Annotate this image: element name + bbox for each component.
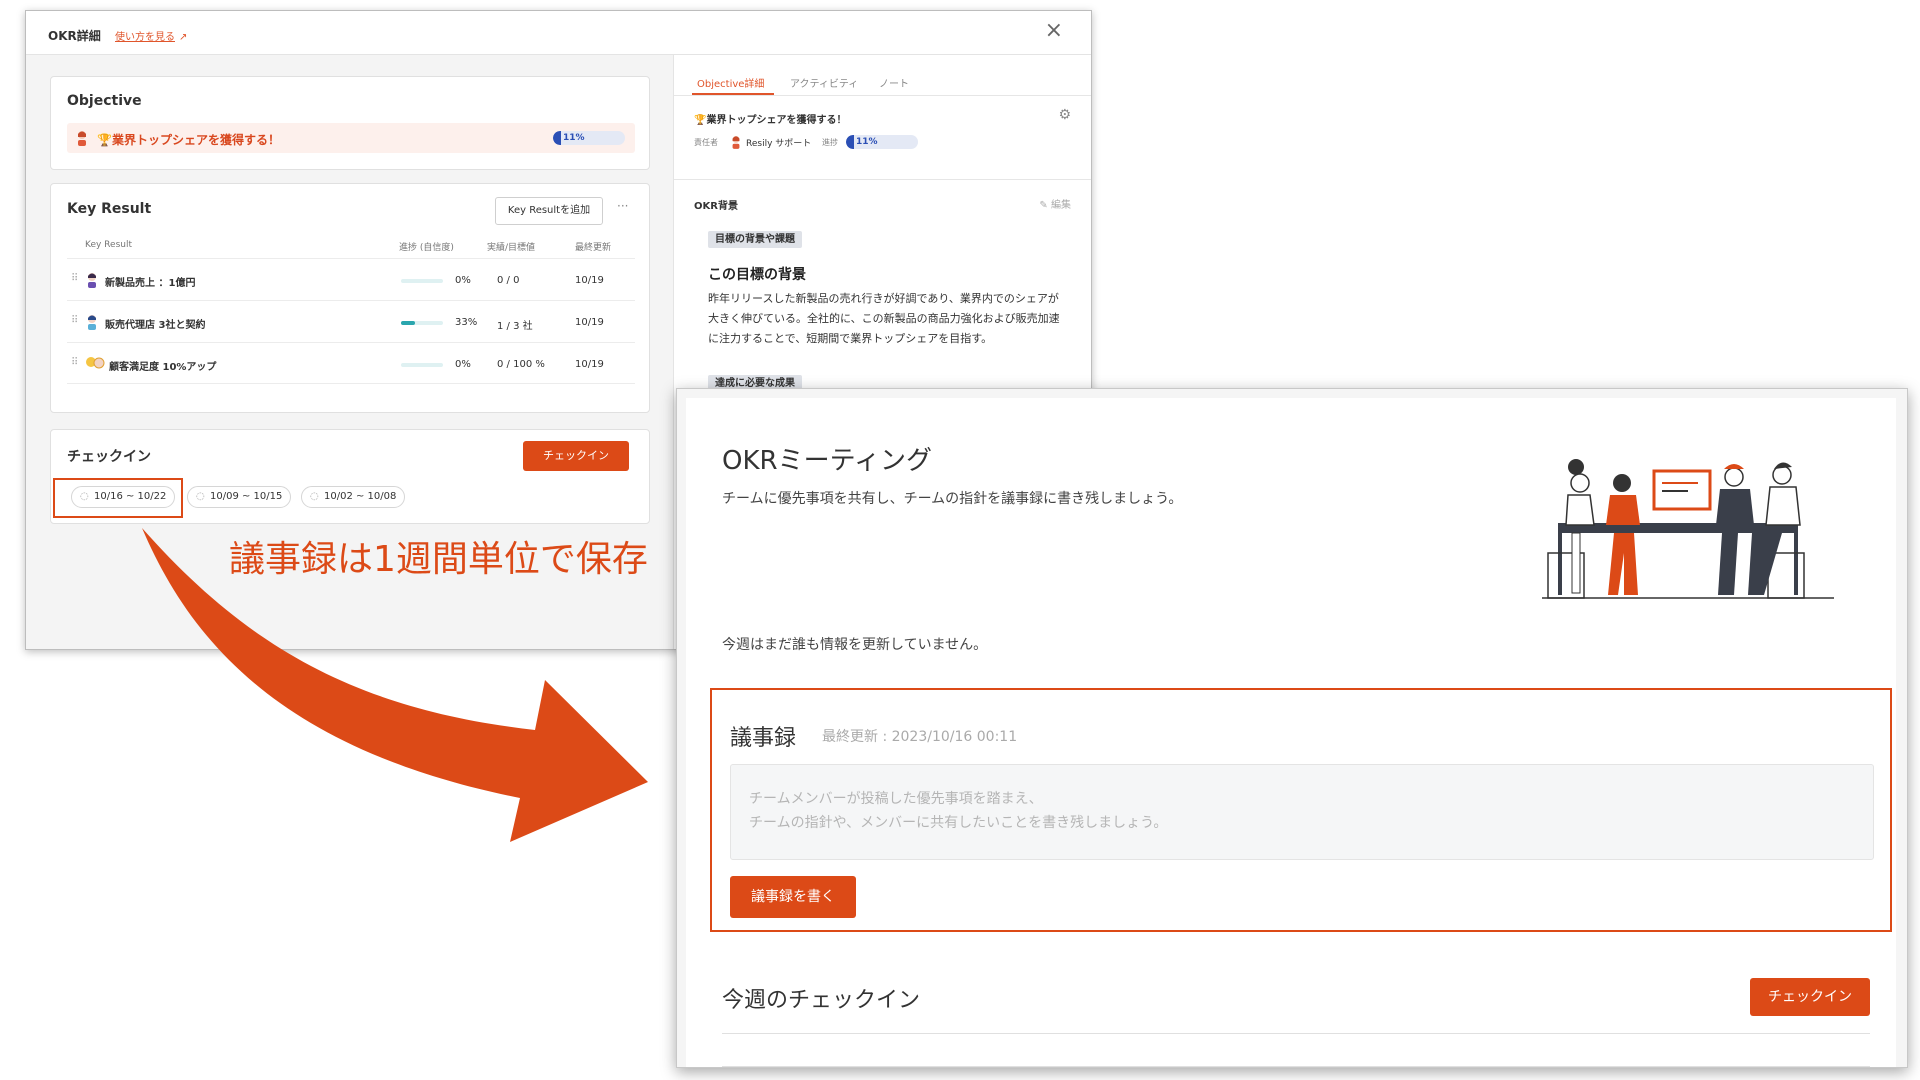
drag-handle-icon[interactable]: ⠿ bbox=[71, 315, 78, 326]
minutes-textarea[interactable]: チームメンバーが投稿した優先事項を踏まえ、 チームの指針や、メンバーに共有したい… bbox=[730, 764, 1874, 860]
okr-meeting-window: OKRミーティング チームに優先事項を共有し、チームの指針を議事録に書き残しまし… bbox=[676, 388, 1908, 1068]
pane-divider bbox=[674, 179, 1091, 180]
annotation-text: 議事録は1週間単位で保存 bbox=[229, 539, 648, 580]
kr-actual: 0 / 0 bbox=[497, 275, 520, 286]
edit-label: 編集 bbox=[1051, 200, 1071, 211]
kr-name: 販売代理店 3社と契約 bbox=[105, 320, 206, 331]
owner-avatar-icon bbox=[730, 134, 744, 149]
edit-button[interactable]: ✎ 編集 bbox=[1039, 196, 1071, 211]
kr-progress-pct: 0% bbox=[455, 359, 471, 370]
week-chip-prev1[interactable]: ◌ 10/09 ~ 10/15 bbox=[187, 486, 292, 508]
tab-objective-detail[interactable]: Objective詳細 bbox=[697, 75, 764, 90]
section-tag: 目標の背景や課題 bbox=[708, 231, 802, 248]
section-body: 昨年リリースした新製品の売れ行きが好調であり、業界内でのシェアが大きく伸びている… bbox=[708, 292, 1060, 345]
kr-actual: 1 / 3 社 bbox=[497, 321, 533, 332]
objective-progress-fill bbox=[553, 131, 561, 145]
week-chip-label: 10/09 ~ 10/15 bbox=[210, 491, 283, 502]
week-checkin-button[interactable]: チェックイン bbox=[1750, 978, 1870, 1016]
kr-progress-pct: 33% bbox=[455, 317, 478, 328]
okr-header: OKR詳細 使い方を見る ↗ × bbox=[26, 11, 1091, 55]
pane-progress-label: 進捗 bbox=[822, 138, 838, 147]
objective-progress-bar: 11% bbox=[553, 131, 625, 145]
checkin-heading: チェックイン bbox=[67, 449, 151, 465]
kr-col-updated: 最終更新 bbox=[575, 243, 612, 253]
section-title: この目標の背景 bbox=[708, 267, 806, 283]
kr-progress-pct: 0% bbox=[455, 275, 471, 286]
group-avatar-icon bbox=[85, 356, 105, 370]
kr-updated: 10/19 bbox=[575, 359, 604, 370]
kr-progress-bar bbox=[401, 321, 443, 325]
kr-progress-bar bbox=[401, 363, 443, 367]
week-chip-label: 10/02 ~ 10/08 bbox=[324, 491, 397, 502]
kr-updated: 10/19 bbox=[575, 317, 604, 328]
week-chip-prev2[interactable]: ◌ 10/02 ~ 10/08 bbox=[301, 486, 406, 508]
tab-notes[interactable]: ノート bbox=[879, 75, 909, 90]
external-link-icon: ↗ bbox=[179, 32, 188, 43]
week-checkin-divider bbox=[722, 1033, 1870, 1034]
owner-label: 責任者 bbox=[694, 138, 718, 147]
pane-progress-text: 11% bbox=[856, 137, 878, 147]
objective-row[interactable]: 🏆業界トップシェアを獲得する！ 11% bbox=[67, 123, 635, 153]
owner-name: Resily サポート bbox=[746, 139, 812, 149]
pane-progress-fill bbox=[846, 135, 854, 149]
minutes-section: 議事録 最終更新 : 2023/10/16 00:11 チームメンバーが投稿した… bbox=[710, 688, 1892, 932]
tab-activity[interactable]: アクティビティ bbox=[790, 75, 858, 90]
minutes-last-updated: 最終更新 : 2023/10/16 00:11 bbox=[822, 729, 1018, 745]
kr-progress-bar bbox=[401, 279, 443, 283]
kr-col-actual: 実績/目標値 bbox=[487, 243, 536, 253]
more-icon[interactable]: ··· bbox=[617, 199, 628, 213]
pencil-icon: ✎ bbox=[1039, 200, 1048, 211]
kr-row-3[interactable]: ⠿ 顧客満足度 10%アップ 0% 0 / 100 % 10/19 bbox=[67, 342, 635, 384]
meeting-title: OKRミーティング bbox=[722, 446, 933, 476]
kr-col-name: Key Result bbox=[85, 240, 132, 250]
kr-row-2[interactable]: ⠿ 販売代理店 3社と契約 33% 1 / 3 社 10/19 bbox=[67, 300, 635, 342]
team-meeting-illustration bbox=[1542, 459, 1834, 599]
check-circle-icon: ◌ bbox=[196, 491, 205, 502]
kr-actual: 0 / 100 % bbox=[497, 359, 545, 370]
kr-progress-fill bbox=[401, 321, 415, 325]
okr-title: OKR詳細 bbox=[48, 29, 101, 43]
kr-name: 顧客満足度 10%アップ bbox=[109, 362, 217, 373]
kr-col-progress: 進捗 (自信度) bbox=[399, 243, 454, 253]
howto-link[interactable]: 使い方を見る ↗ bbox=[115, 28, 187, 43]
add-key-result-button[interactable]: Key Resultを追加 bbox=[495, 197, 603, 225]
howto-link-label: 使い方を見る bbox=[115, 32, 175, 43]
close-icon[interactable]: × bbox=[1045, 20, 1063, 42]
objective-card: Objective 🏆業界トップシェアを獲得する！ 11% bbox=[50, 76, 650, 170]
checkin-list bbox=[722, 1066, 1870, 1067]
objective-heading: Objective bbox=[67, 93, 142, 109]
objective-progress-label: 11% bbox=[563, 133, 585, 143]
week-checkin-heading: 今週のチェックイン bbox=[722, 988, 921, 1013]
member-avatar-icon bbox=[85, 272, 99, 288]
pane-objective-title: 🏆業界トップシェアを獲得する！ bbox=[694, 115, 847, 126]
gear-icon[interactable]: ⚙ bbox=[1058, 107, 1071, 123]
tabs-divider bbox=[674, 95, 1091, 96]
drag-handle-icon[interactable]: ⠿ bbox=[71, 357, 78, 368]
pane-progress-bar: 11% bbox=[846, 135, 918, 149]
kr-name: 新製品売上 ：1億円 bbox=[105, 278, 196, 289]
check-circle-icon: ◌ bbox=[310, 491, 319, 502]
objective-text: 🏆業界トップシェアを獲得する！ bbox=[97, 133, 280, 147]
write-minutes-button[interactable]: 議事録を書く bbox=[730, 876, 856, 918]
owner-avatar-icon bbox=[75, 130, 89, 146]
checkin-button[interactable]: チェックイン bbox=[523, 441, 629, 471]
key-result-heading: Key Result bbox=[67, 201, 152, 217]
key-result-card: Key Result Key Resultを追加 ··· Key Result … bbox=[50, 183, 650, 413]
member-avatar-icon bbox=[85, 314, 99, 330]
kr-updated: 10/19 bbox=[575, 275, 604, 286]
okr-background-heading: OKR背景 bbox=[694, 201, 738, 212]
okr-meeting-panel: OKRミーティング チームに優先事項を共有し、チームの指針を議事録に書き残しまし… bbox=[686, 398, 1896, 1067]
drag-handle-icon[interactable]: ⠿ bbox=[71, 273, 78, 284]
highlight-box bbox=[53, 478, 183, 518]
minutes-heading: 議事録 bbox=[730, 726, 797, 751]
no-update-message: 今週はまだ誰も情報を更新していません。 bbox=[722, 637, 988, 653]
stage: OKR詳細 使い方を見る ↗ × Objective 🏆業界トップシェアを獲得する… bbox=[0, 0, 1920, 1080]
kr-row-1[interactable]: ⠿ 新製品売上 ：1億円 0% 0 / 0 10/19 bbox=[67, 258, 635, 300]
meeting-subtitle: チームに優先事項を共有し、チームの指針を議事録に書き残しましょう。 bbox=[722, 491, 1183, 507]
